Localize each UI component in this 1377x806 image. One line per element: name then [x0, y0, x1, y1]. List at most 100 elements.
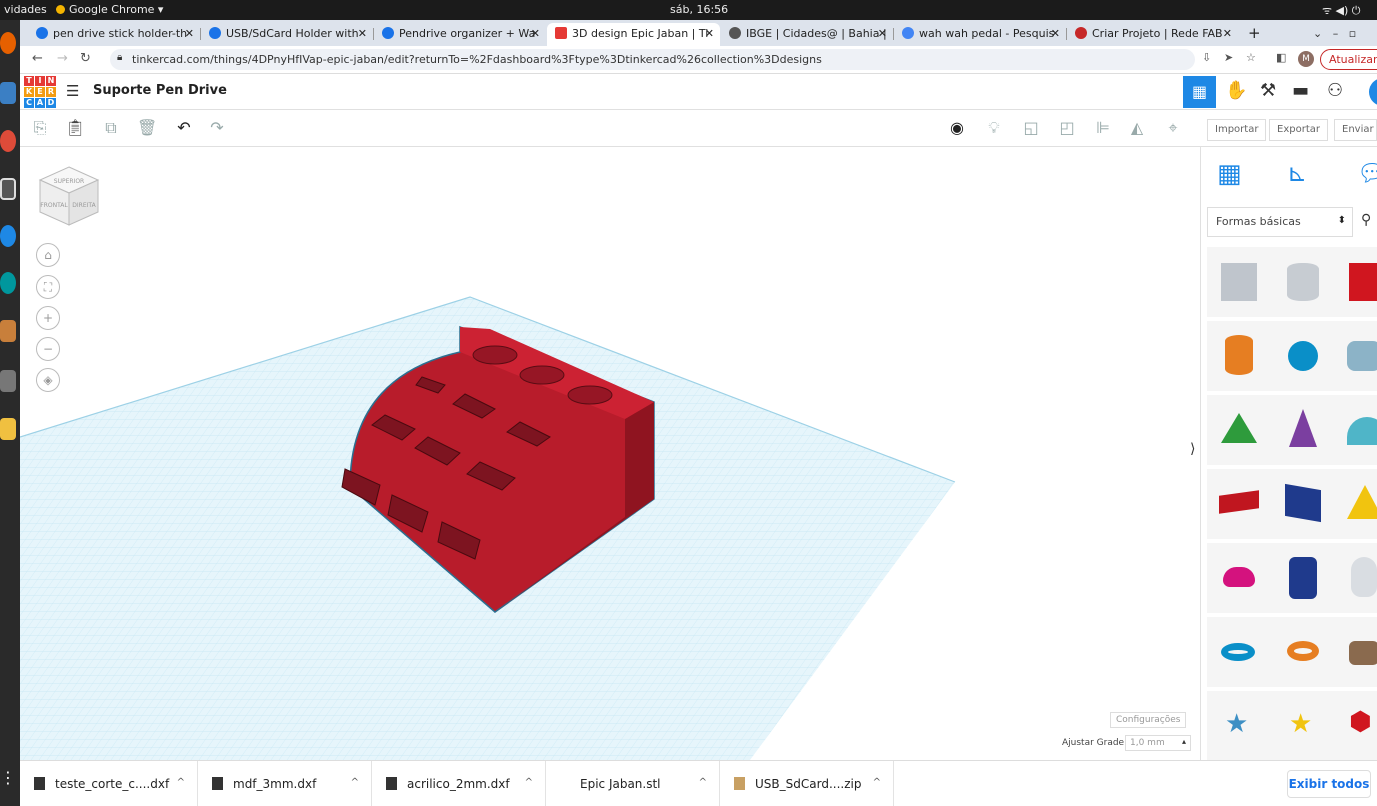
zoom-in-icon[interactable]: +: [36, 306, 60, 330]
shape-scribble[interactable]: [1335, 321, 1377, 391]
shape-category-select[interactable]: Formas básicas ⬍: [1207, 207, 1353, 237]
shape-polygon[interactable]: [1271, 469, 1335, 539]
redo-icon[interactable]: ↷: [208, 119, 226, 137]
chevron-up-icon[interactable]: ^: [699, 777, 707, 788]
url-input[interactable]: 🔒︎ tinkercad.com/things/4DPnyHfIVap-epic-…: [110, 49, 1195, 70]
text-editor-icon[interactable]: [0, 418, 16, 440]
app-store-icon[interactable]: [0, 320, 16, 342]
forward-arrow-icon[interactable]: →: [57, 51, 68, 66]
3d-view-grid-icon[interactable]: ▦: [1183, 76, 1216, 108]
brick-icon[interactable]: ▬: [1292, 80, 1309, 101]
browser-tab[interactable]: pen drive stick holder-th ✕: [28, 23, 200, 46]
settings-button[interactable]: Configurações: [1110, 712, 1187, 728]
tool-icon[interactable]: [0, 370, 16, 392]
perspective-icon[interactable]: ◈: [36, 368, 60, 392]
shape-icosahedron[interactable]: ⬢: [1335, 691, 1377, 760]
shape-box-hole[interactable]: [1207, 247, 1271, 317]
shape-round-roof[interactable]: [1335, 395, 1377, 465]
app-icon[interactable]: [0, 225, 16, 247]
ruler-icon[interactable]: ⊾: [1287, 159, 1307, 187]
shape-star[interactable]: ★: [1207, 691, 1271, 760]
zoom-out-icon[interactable]: −: [36, 337, 60, 361]
browser-tab[interactable]: wah wah pedal - Pesquis ✕: [894, 23, 1066, 46]
group-icon[interactable]: ◱: [1022, 119, 1040, 137]
duplicate-icon[interactable]: ⧉: [102, 119, 120, 137]
shape-sphere[interactable]: [1271, 321, 1335, 391]
shape-cone[interactable]: [1271, 395, 1335, 465]
delete-icon[interactable]: 🗑︎: [137, 119, 157, 137]
close-tab-icon[interactable]: ✕: [1051, 27, 1060, 40]
cruise-icon[interactable]: ⌖: [1164, 119, 1182, 137]
clock[interactable]: sáb, 16:56: [670, 3, 728, 16]
close-tab-icon[interactable]: ✕: [531, 27, 540, 40]
design-title[interactable]: Suporte Pen Drive: [93, 83, 227, 98]
shape-pyramid[interactable]: [1335, 469, 1377, 539]
shape-roof[interactable]: [1207, 395, 1271, 465]
user-avatar[interactable]: [1369, 78, 1377, 106]
shape-torus[interactable]: [1207, 617, 1271, 687]
tinkercad-logo[interactable]: T I N K E R C A D: [24, 76, 56, 108]
download-item[interactable]: USB_SdCard....zip ^: [720, 761, 894, 806]
shape-tube[interactable]: [1271, 617, 1335, 687]
workplane-grid-icon[interactable]: ▦: [1217, 159, 1242, 189]
install-icon[interactable]: ⇩: [1202, 51, 1211, 64]
chevron-up-icon[interactable]: ^: [873, 777, 881, 788]
codeblocks-icon[interactable]: ⚒: [1260, 80, 1276, 101]
shape-box[interactable]: [1335, 247, 1377, 317]
paste-icon[interactable]: 📋︎: [65, 119, 85, 137]
shape-star-gold[interactable]: ★: [1271, 691, 1335, 760]
ungroup-icon[interactable]: ◰: [1058, 119, 1076, 137]
light-bulb-icon[interactable]: 💡︎: [985, 119, 1003, 137]
shape-text[interactable]: [1207, 469, 1271, 539]
shape-wedge[interactable]: [1335, 617, 1377, 687]
3d-workplane-viewport[interactable]: SUPERIOR FRONTAL DIREITA ⌂ ⛶ + − ◈ Confi…: [20, 147, 1200, 760]
show-apps-icon[interactable]: ⋮: [0, 768, 16, 790]
bookmark-star-icon[interactable]: ☆: [1246, 51, 1256, 64]
workplane-scene[interactable]: [20, 147, 1200, 760]
chrome-dock-icon[interactable]: [0, 130, 16, 152]
close-tab-icon[interactable]: ✕: [1223, 27, 1232, 40]
browser-tab-active[interactable]: 3D design Epic Jaban | Ti ✕: [547, 23, 720, 46]
notes-visibility-icon[interactable]: ◉: [948, 119, 966, 137]
system-tray-icons[interactable]: ᯤ ◀) ⏻: [1322, 3, 1361, 18]
new-tab-button[interactable]: +: [1240, 23, 1264, 46]
blocks-hand-icon[interactable]: ✋: [1225, 80, 1247, 101]
undo-icon[interactable]: ↶: [175, 119, 193, 137]
share-icon[interactable]: ➤: [1224, 51, 1233, 64]
snap-grid-select[interactable]: 1,0 mm ▴: [1125, 735, 1191, 751]
chevron-up-icon[interactable]: ^: [177, 777, 185, 788]
browser-tab[interactable]: USB/SdCard Holder with ✕: [201, 23, 373, 46]
browser-tab[interactable]: Pendrive organizer + Wa ✕: [374, 23, 546, 46]
chrome-app-menu[interactable]: Google Chrome ▾: [56, 3, 163, 16]
fit-view-icon[interactable]: ⛶: [36, 275, 60, 299]
send-to-button[interactable]: Enviar pa: [1334, 119, 1377, 141]
notes-icon[interactable]: 💬︎: [1357, 159, 1377, 187]
shape-cylinder[interactable]: [1207, 321, 1271, 391]
mirror-icon[interactable]: ◭: [1128, 119, 1146, 137]
chevron-up-icon[interactable]: ^: [351, 777, 359, 788]
close-tab-icon[interactable]: ✕: [878, 27, 887, 40]
sidebar-icon[interactable]: ◧: [1276, 51, 1286, 64]
export-button[interactable]: Exportar: [1269, 119, 1328, 141]
view-cube[interactable]: SUPERIOR FRONTAL DIREITA: [38, 165, 100, 227]
firefox-icon[interactable]: [0, 32, 16, 54]
shape-cylinder-hole[interactable]: [1271, 247, 1335, 317]
update-button[interactable]: Atualizar: [1320, 49, 1377, 70]
shape-paraboloid[interactable]: [1335, 543, 1377, 613]
browser-tab[interactable]: Criar Projeto | Rede FAB ✕: [1067, 23, 1238, 46]
download-item[interactable]: acrilico_2mm.dxf ^: [372, 761, 546, 806]
close-tab-icon[interactable]: ✕: [358, 27, 367, 40]
files-icon[interactable]: [0, 82, 16, 104]
collapse-panel-icon[interactable]: ⟩: [1190, 441, 1195, 457]
import-button[interactable]: Importar: [1207, 119, 1267, 141]
close-tab-icon[interactable]: ✕: [185, 27, 194, 40]
close-tab-icon[interactable]: ✕: [705, 27, 714, 40]
home-view-icon[interactable]: ⌂: [36, 243, 60, 267]
download-item[interactable]: mdf_3mm.dxf ^: [198, 761, 372, 806]
shape-hexagonal-prism[interactable]: [1271, 543, 1335, 613]
reload-icon[interactable]: ↻: [80, 51, 91, 66]
search-icon[interactable]: ⚲: [1361, 212, 1371, 228]
show-all-downloads-button[interactable]: Exibir todos: [1287, 770, 1371, 798]
back-arrow-icon[interactable]: ←: [32, 51, 43, 66]
activities-button[interactable]: vidades: [4, 3, 47, 16]
